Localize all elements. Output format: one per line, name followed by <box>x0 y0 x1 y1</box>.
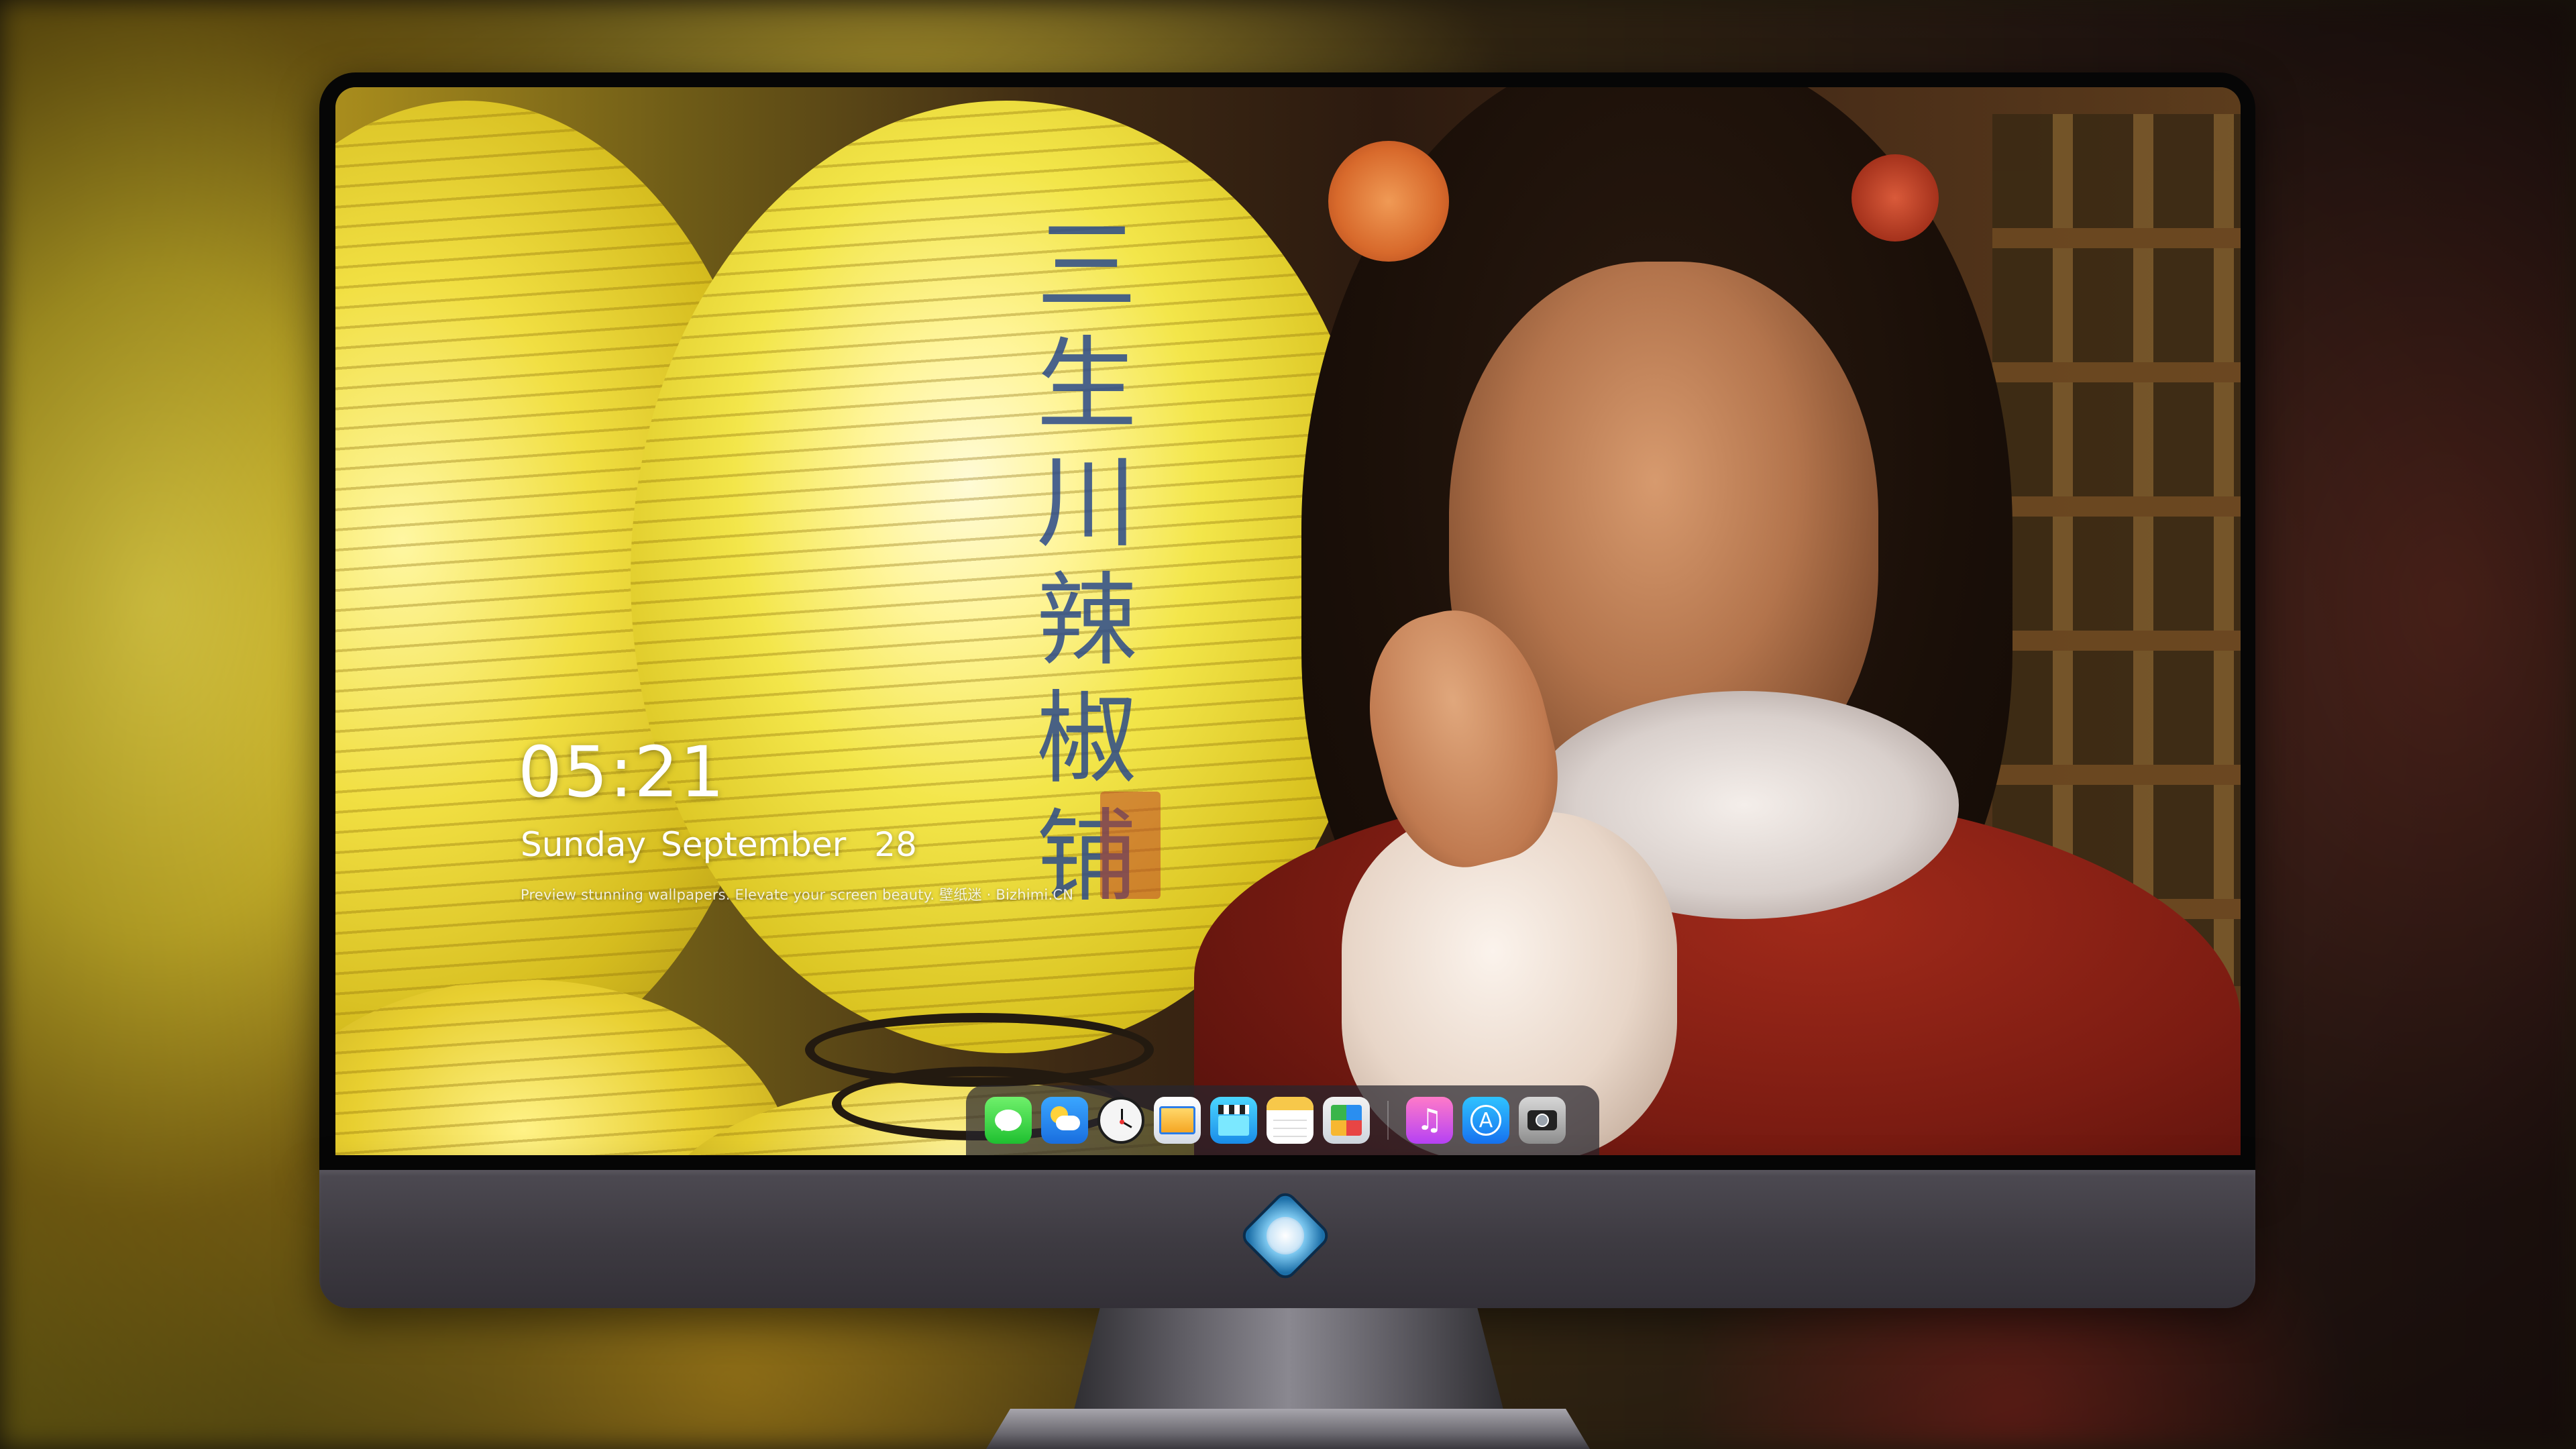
dock: ♫ A <box>966 1085 1599 1155</box>
lock-screen-month: September <box>661 825 847 864</box>
lantern-char: 三 <box>1036 209 1137 325</box>
app-store-icon[interactable]: A <box>1462 1097 1509 1144</box>
lock-screen-tagline: Preview stunning wallpapers. Elevate you… <box>521 887 1074 903</box>
lock-screen-day: 28 <box>874 825 917 864</box>
notes-icon[interactable] <box>1267 1097 1313 1144</box>
monitor-stand-base <box>986 1409 1590 1449</box>
wallpaper-hair-flower <box>1328 141 1449 262</box>
dock-separator <box>1387 1101 1389 1140</box>
lock-screen-weekday: Sunday <box>521 825 647 864</box>
monitor-screen: 三 生 川 辣 椒 铺 05:21 Sunday September 28 Pr… <box>335 87 2241 1155</box>
music-icon[interactable]: ♫ <box>1406 1097 1453 1144</box>
clock-icon[interactable] <box>1097 1097 1144 1144</box>
messages-icon[interactable] <box>985 1097 1032 1144</box>
camera-icon[interactable] <box>1519 1097 1566 1144</box>
lantern-char: 生 <box>1036 327 1137 443</box>
lock-screen-time: 05:21 <box>518 731 726 813</box>
stage: 三 生 川 辣 椒 铺 05:21 Sunday September 28 Pr… <box>0 0 2576 1449</box>
wallpaper-hair-flower-right <box>1851 154 1939 241</box>
lantern-char: 川 <box>1036 445 1137 561</box>
lantern-char: 椒 <box>1036 681 1137 798</box>
lantern-char: 辣 <box>1036 563 1137 680</box>
clips-icon[interactable] <box>1210 1097 1257 1144</box>
preview-icon[interactable] <box>1154 1097 1201 1144</box>
photos-icon[interactable] <box>1323 1097 1370 1144</box>
lock-screen-date: Sunday September 28 <box>521 825 917 864</box>
lantern-seal <box>1100 792 1161 899</box>
weather-icon[interactable] <box>1041 1097 1088 1144</box>
bizhimi-logo-mascot <box>1267 1217 1304 1254</box>
